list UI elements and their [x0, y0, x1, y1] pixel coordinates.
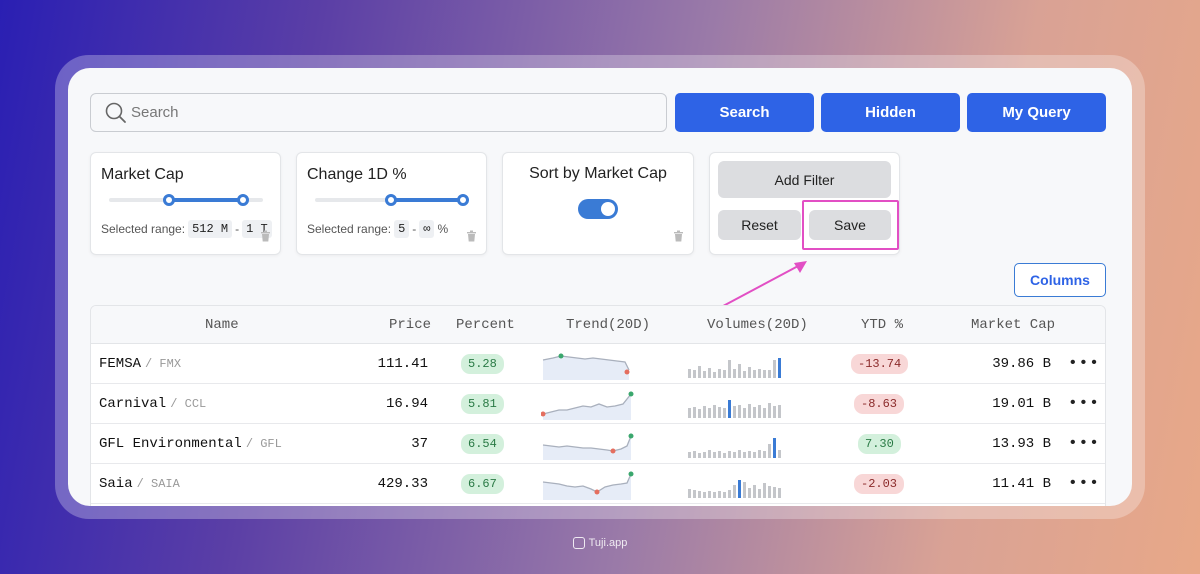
- company-name: FEMSA: [99, 356, 142, 372]
- trend-sparkline: [542, 433, 634, 460]
- volumes-bars: [688, 438, 781, 458]
- sort-filter: Sort by Market Cap: [502, 152, 694, 255]
- company-name: Carnival: [99, 396, 167, 412]
- footer-brand-text: Tuji.app: [588, 537, 628, 549]
- columns-button[interactable]: Columns: [1014, 263, 1106, 297]
- volumes-bars: [688, 358, 781, 378]
- company-ticker: / CCL: [170, 397, 207, 411]
- range-label: Selected range:: [307, 222, 392, 236]
- percent-badge: 6.67: [461, 474, 504, 494]
- trend-sparkline: [541, 391, 634, 420]
- table-row[interactable]: Saia / SAIA 429.33 6.67 -2.03 11.41 B •••: [91, 464, 1105, 504]
- row-menu-icon[interactable]: •••: [1068, 354, 1100, 372]
- volumes-bars: [688, 400, 781, 418]
- market-cap-cell: 11.41 B: [992, 476, 1051, 492]
- search-button[interactable]: Search: [675, 93, 814, 132]
- price-cell: 111.41: [377, 356, 428, 372]
- market-cap-cell: 13.93 B: [992, 436, 1051, 452]
- screener-card: Search Hidden My Query Market Cap Select…: [68, 68, 1132, 506]
- market-cap-filter: Market Cap Selected range: 512 M - 1 T: [90, 152, 281, 255]
- header-volumes[interactable]: Volumes(20D): [707, 317, 808, 333]
- slider-handle-max[interactable]: [457, 194, 469, 206]
- footer-brand: Tuji.app: [0, 537, 1200, 549]
- filter-title: Market Cap: [101, 166, 184, 183]
- header-price[interactable]: Price: [389, 317, 431, 333]
- add-filter-button[interactable]: Add Filter: [718, 161, 891, 198]
- header-name[interactable]: Name: [205, 317, 239, 333]
- table-row[interactable]: GFL Environmental / GFL 37 6.54 7.30 13.9…: [91, 424, 1105, 464]
- trash-icon[interactable]: [673, 230, 684, 242]
- range-max: ∞: [419, 220, 435, 238]
- sort-toggle[interactable]: [578, 199, 618, 219]
- hidden-button[interactable]: Hidden: [821, 93, 960, 132]
- company-name: GFL Environmental: [99, 436, 242, 452]
- row-name-cell: Saia / SAIA: [99, 476, 180, 492]
- search-icon: [105, 102, 126, 123]
- reset-button[interactable]: Reset: [718, 210, 801, 240]
- range-min: 5: [394, 220, 410, 238]
- row-name-cell: GFL Environmental / GFL: [99, 436, 282, 452]
- slider-fill: [391, 198, 463, 202]
- ytd-badge: -2.03: [854, 474, 905, 494]
- company-name: Saia: [99, 476, 133, 492]
- header-market-cap[interactable]: Market Cap: [971, 317, 1055, 333]
- range-unit: %: [437, 222, 449, 236]
- search-box[interactable]: [90, 93, 667, 132]
- range-separator: -: [235, 222, 240, 236]
- range-min: 512 M: [188, 220, 233, 238]
- filter-title: Sort by Market Cap: [529, 165, 667, 182]
- slider-handle-max[interactable]: [237, 194, 249, 206]
- header-percent[interactable]: Percent: [456, 317, 515, 333]
- percent-badge: 5.81: [461, 394, 504, 414]
- row-menu-icon[interactable]: •••: [1068, 474, 1100, 492]
- stocks-table: Name Price Percent Trend(20D) Volumes(20…: [90, 305, 1106, 506]
- row-menu-icon[interactable]: •••: [1068, 434, 1100, 452]
- trend-sparkline: [542, 471, 634, 500]
- save-highlight: [802, 200, 899, 250]
- row-name-cell: Carnival / CCL: [99, 396, 206, 412]
- market-cap-cell: 39.86 B: [992, 356, 1051, 372]
- row-name-cell: FEMSA / FMX: [99, 356, 181, 372]
- price-cell: 429.33: [377, 476, 428, 492]
- header-trend[interactable]: Trend(20D): [566, 317, 650, 333]
- percent-badge: 6.54: [461, 434, 504, 454]
- table-row[interactable]: FEMSA / FMX 111.41 5.28 -13.74 39.86 B ••…: [91, 344, 1105, 384]
- price-cell: 16.94: [385, 396, 428, 412]
- ytd-badge: -8.63: [854, 394, 905, 414]
- price-cell: 37: [411, 436, 428, 452]
- slider-handle-min[interactable]: [163, 194, 175, 206]
- ytd-badge: -13.74: [851, 354, 909, 374]
- trash-icon[interactable]: [260, 230, 271, 242]
- range-label: Selected range:: [101, 222, 186, 236]
- toggle-knob: [601, 202, 615, 216]
- table-row[interactable]: Carnival / CCL 16.94 5.81 -8.63 19.01 B •…: [91, 384, 1105, 424]
- trash-icon[interactable]: [466, 230, 477, 242]
- slider-fill: [169, 198, 243, 202]
- header-ytd[interactable]: YTD %: [861, 317, 903, 333]
- tuji-logo-icon: [572, 537, 585, 549]
- company-ticker: / FMX: [145, 357, 182, 371]
- row-menu-icon[interactable]: •••: [1068, 394, 1100, 412]
- percent-badge: 5.28: [461, 354, 504, 374]
- company-ticker: / SAIA: [136, 477, 180, 491]
- change-1d-slider[interactable]: [315, 194, 469, 206]
- range-readout: Selected range: 5 - ∞ %: [307, 220, 448, 238]
- range-separator: -: [412, 222, 417, 236]
- company-ticker: / GFL: [245, 437, 282, 451]
- change-1d-filter: Change 1D % Selected range: 5 - ∞ %: [296, 152, 487, 255]
- table-header: Name Price Percent Trend(20D) Volumes(20…: [91, 306, 1105, 344]
- my-query-button[interactable]: My Query: [967, 93, 1106, 132]
- filter-title: Change 1D %: [307, 166, 407, 183]
- search-input[interactable]: [131, 104, 666, 121]
- range-readout: Selected range: 512 M - 1 T: [101, 220, 272, 238]
- market-cap-cell: 19.01 B: [992, 396, 1051, 412]
- slider-handle-min[interactable]: [385, 194, 397, 206]
- ytd-badge: 7.30: [858, 434, 901, 454]
- market-cap-slider[interactable]: [109, 194, 263, 206]
- volumes-bars: [688, 480, 781, 498]
- trend-sparkline: [542, 353, 630, 380]
